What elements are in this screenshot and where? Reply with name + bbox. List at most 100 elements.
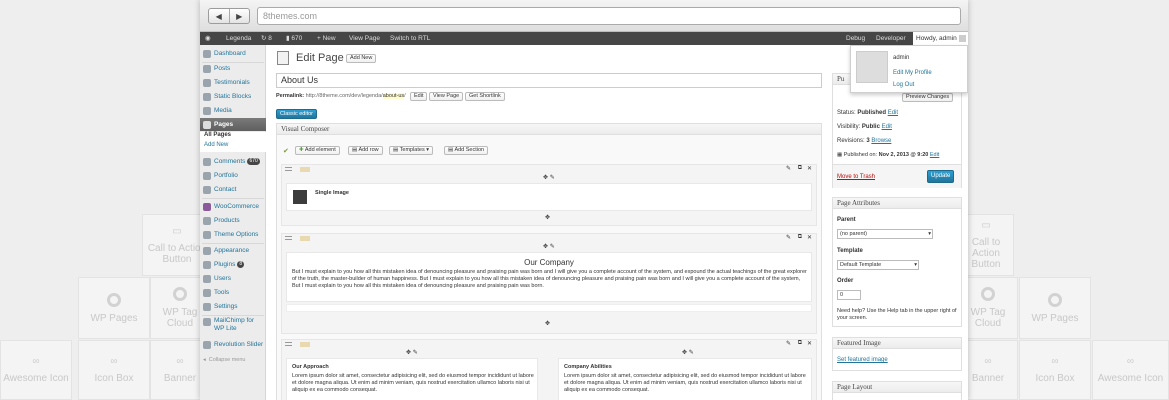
set-featured-image-link[interactable]: Set featured image <box>837 357 888 363</box>
drag-handle-icon[interactable] <box>285 342 292 346</box>
sidebar-item-comments[interactable]: Comments 670 <box>200 155 266 168</box>
text-block-element[interactable]: Company Abilities Lorem ipsum dolor sit … <box>558 358 812 400</box>
sidebar-item-woocommerce[interactable]: WooCommerce <box>200 200 266 213</box>
column-controls-icon[interactable]: ✥ ✎ <box>682 349 694 356</box>
sidebar-sub-all-pages[interactable]: All Pages <box>200 132 266 142</box>
drag-handle-icon[interactable] <box>285 167 292 171</box>
chevron-down-icon: ▾ <box>914 262 917 268</box>
status-edit-link[interactable]: Edit <box>888 110 898 116</box>
add-row-button[interactable]: ▤ Add row <box>348 146 383 155</box>
collapse-menu[interactable]: ◂ Collapse menu <box>200 353 266 366</box>
wordpress-icon[interactable]: ◉ <box>205 32 211 45</box>
move-to-trash-link[interactable]: Move to Trash <box>837 174 875 180</box>
sidebar-item-testimonials[interactable]: Testimonials <box>200 76 266 89</box>
layout-icon[interactable] <box>300 236 310 241</box>
layout-icon[interactable] <box>300 167 310 172</box>
bg-tile-awesome-icon: ∞ Awesome Icon <box>0 340 72 400</box>
clone-icon[interactable]: ⧉ <box>798 340 802 347</box>
text-block-element[interactable]: Our Approach Lorem ipsum dolor sit amet,… <box>286 358 538 400</box>
order-input[interactable]: 0 <box>837 290 861 300</box>
address-bar[interactable]: 8themes.com <box>257 7 961 25</box>
chat-icon: ▭ <box>981 220 991 231</box>
company-heading: Our Company <box>524 258 574 267</box>
close-icon[interactable]: ✕ <box>807 340 812 347</box>
edit-profile-link[interactable]: Edit My Profile <box>893 70 932 76</box>
templates-button[interactable]: ▤ Templates ▾ <box>389 146 434 155</box>
sidebar-item-dashboard[interactable]: Dashboard <box>200 47 266 60</box>
adminbar-new[interactable]: + New <box>317 32 336 45</box>
close-icon[interactable]: ✕ <box>807 234 812 241</box>
preview-changes-button[interactable]: Preview Changes <box>902 93 954 102</box>
drag-handle-icon[interactable] <box>285 236 292 240</box>
sidebar-item-media[interactable]: Media <box>200 104 266 117</box>
adminbar-site[interactable]: Legenda <box>226 32 251 45</box>
media-icon <box>203 106 211 115</box>
browse-revisions-link[interactable]: Browse <box>871 138 891 144</box>
avatar <box>856 51 888 83</box>
adminbar-developer[interactable]: Developer <box>876 32 906 45</box>
back-button[interactable]: ◀ <box>209 9 230 23</box>
edit-icon[interactable]: ✎ <box>786 165 791 172</box>
date-edit-link[interactable]: Edit <box>930 152 939 158</box>
admin-sidebar: Dashboard Posts Testimonials Static Bloc… <box>200 45 266 400</box>
clone-icon[interactable]: ⧉ <box>798 234 802 241</box>
sidebar-item-posts[interactable]: Posts <box>200 62 266 75</box>
adminbar-view-page[interactable]: View Page <box>349 32 380 45</box>
adminbar-rtl[interactable]: Switch to RTL <box>390 32 430 45</box>
comments-icon[interactable]: ▮ 670 <box>286 32 302 45</box>
add-to-column-icon[interactable]: ✥ <box>545 320 550 327</box>
parent-select[interactable]: (no parent) ▾ <box>837 229 933 239</box>
close-icon[interactable]: ✕ <box>807 165 812 172</box>
permalink-edit-button[interactable]: Edit <box>410 92 428 101</box>
sidebar-item-static-blocks[interactable]: Static Blocks <box>200 90 266 103</box>
sidebar-item-users[interactable]: Users <box>200 272 266 285</box>
sidebar-item-theme-options[interactable]: Theme Options <box>200 228 266 241</box>
link-icon: ∞ <box>176 356 184 367</box>
row-icon: ▤ <box>352 147 358 153</box>
edit-icon[interactable]: ✎ <box>786 234 791 241</box>
edit-icon[interactable]: ✎ <box>786 340 791 347</box>
update-button[interactable]: Update <box>927 170 955 183</box>
column-controls-icon[interactable]: ✥ ✎ <box>543 243 555 250</box>
permalink: Permalink: http://8theme.com/dev/legenda… <box>276 93 406 99</box>
adminbar-debug[interactable]: Debug <box>846 32 865 45</box>
composer-row: ✎ ⧉ ✕ ✥ ✎ ✥ ✎ Our Approach Lorem ipsum d… <box>281 339 817 400</box>
sidebar-item-plugins[interactable]: Plugins 8 <box>200 258 266 271</box>
clone-icon[interactable]: ⧉ <box>798 165 802 172</box>
user-name: admin <box>893 55 910 61</box>
wordpress-icon <box>173 287 187 301</box>
single-image-element[interactable]: Single Image <box>286 183 812 211</box>
view-page-button[interactable]: View Page <box>429 92 464 101</box>
add-section-button[interactable]: ▤ Add Section <box>444 146 489 155</box>
sidebar-item-products[interactable]: Products <box>200 214 266 227</box>
classic-editor-button[interactable]: Classic editor <box>276 109 318 119</box>
layout-icon[interactable] <box>300 342 310 347</box>
sidebar-item-portfolio[interactable]: Portfolio <box>200 169 266 182</box>
sidebar-item-tools[interactable]: Tools <box>200 286 266 299</box>
empty-element[interactable] <box>286 304 812 312</box>
forward-button[interactable]: ▶ <box>230 9 250 23</box>
column-controls-icon[interactable]: ✥ ✎ <box>406 349 418 356</box>
text-block-element[interactable]: Our Company But I must explain to you ho… <box>286 252 812 302</box>
bg-tile-icon-box-right: ∞ Icon Box <box>1019 340 1091 400</box>
column-controls-icon[interactable]: ✥ ✎ <box>543 174 555 181</box>
template-select[interactable]: Default Template ▾ <box>837 260 919 270</box>
sidebar-item-pages[interactable]: Pages <box>200 118 266 131</box>
logout-link[interactable]: Log Out <box>893 82 914 88</box>
add-element-button[interactable]: ✚ Add element <box>295 146 340 155</box>
plus-icon: ✚ <box>299 147 304 153</box>
sidebar-item-contact[interactable]: Contact <box>200 183 266 196</box>
add-new-button[interactable]: Add New <box>346 54 377 63</box>
adminbar-howdy[interactable]: Howdy, admin <box>913 32 968 45</box>
sidebar-item-mailchimp[interactable]: MailChimp for WP Lite <box>200 317 266 337</box>
add-to-column-icon[interactable]: ✥ <box>545 214 550 221</box>
sidebar-item-revolution-slider[interactable]: Revolution Slider <box>200 338 266 351</box>
sidebar-sub-add-new[interactable]: Add New <box>200 142 266 152</box>
sidebar-item-appearance[interactable]: Appearance <box>200 244 266 257</box>
updates-icon[interactable]: ↻ 8 <box>261 32 272 45</box>
sidebar-item-settings[interactable]: Settings <box>200 300 266 313</box>
element-label: Single Image <box>315 190 349 196</box>
get-shortlink-button[interactable]: Get Shortlink <box>465 92 505 101</box>
title-input[interactable]: About Us <box>276 73 822 88</box>
visibility-edit-link[interactable]: Edit <box>882 124 892 130</box>
